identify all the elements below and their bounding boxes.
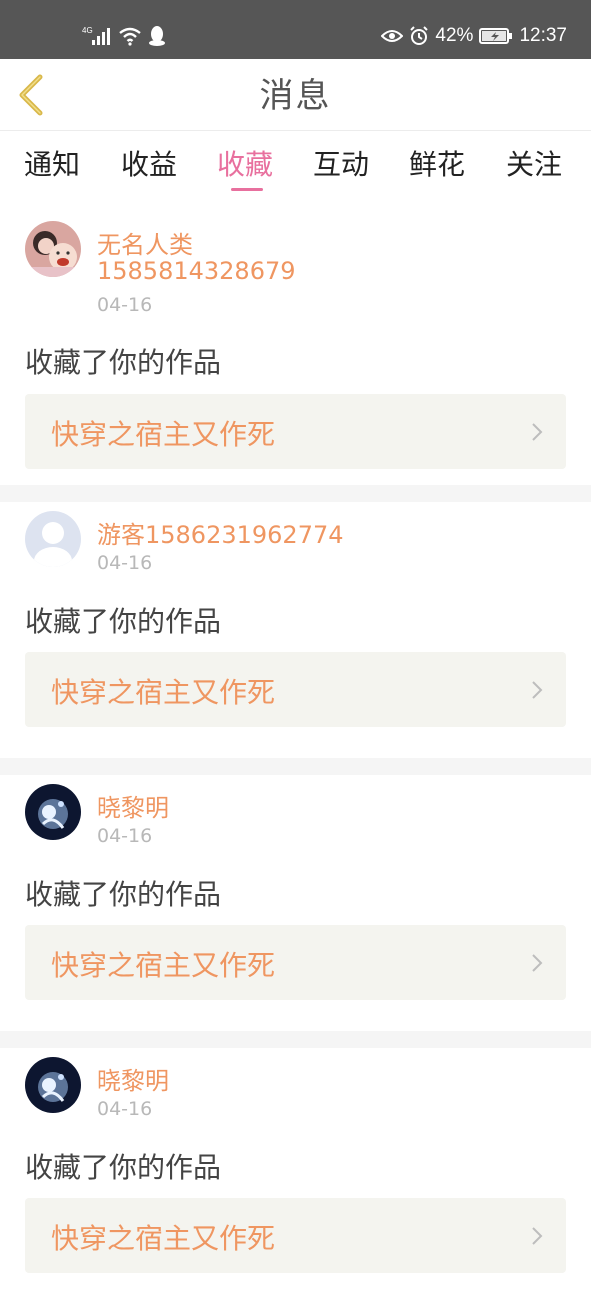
message-card: 晓黎明 04-16 收藏了你的作品 快穿之宿主又作死	[0, 1048, 591, 1304]
tab-flowers[interactable]: 鲜花	[409, 143, 465, 189]
message-date: 04-16	[97, 1098, 153, 1120]
book-title: 快穿之宿主又作死	[51, 1222, 276, 1255]
message-date: 04-16	[97, 552, 153, 574]
app-header: 消息	[0, 59, 591, 131]
book-link[interactable]: 快穿之宿主又作死	[25, 394, 566, 469]
book-title: 快穿之宿主又作死	[51, 676, 276, 709]
avatar[interactable]	[25, 511, 81, 567]
tab-favorites[interactable]: 收藏	[217, 143, 273, 189]
status-right: 42% 12:37	[381, 24, 567, 48]
book-title: 快穿之宿主又作死	[51, 418, 276, 451]
divider	[0, 758, 591, 775]
book-link[interactable]: 快穿之宿主又作死	[25, 925, 566, 1000]
eye-icon	[381, 30, 404, 42]
message-card: 晓黎明 04-16 收藏了你的作品 快穿之宿主又作死	[0, 775, 591, 1031]
divider	[0, 1031, 591, 1048]
battery-percent: 42%	[435, 25, 474, 46]
status-bar: 4G 42% 12:37	[0, 0, 591, 59]
book-title: 快穿之宿主又作死	[51, 949, 276, 982]
status-left: 4G	[82, 24, 166, 48]
tab-earnings[interactable]: 收益	[121, 143, 177, 189]
book-link[interactable]: 快穿之宿主又作死	[25, 1198, 566, 1273]
clock-time: 12:37	[519, 25, 567, 46]
message-list: 无名人类 1585814328679 04-16 收藏了你的作品 快穿之宿主又作…	[0, 200, 591, 1304]
user-name[interactable]: 无名人类	[97, 225, 193, 260]
message-action: 收藏了你的作品	[25, 605, 222, 638]
divider	[0, 485, 591, 502]
message-date: 04-16	[97, 294, 153, 316]
avatar[interactable]	[25, 221, 81, 277]
chevron-right-icon	[532, 423, 543, 441]
chevron-right-icon	[532, 681, 543, 699]
battery-icon	[479, 28, 513, 44]
alarm-icon	[410, 26, 429, 45]
active-tab-indicator	[231, 188, 263, 191]
chevron-right-icon	[532, 954, 543, 972]
message-action: 收藏了你的作品	[25, 346, 222, 379]
chevron-right-icon	[532, 1227, 543, 1245]
message-action: 收藏了你的作品	[25, 878, 222, 911]
message-action: 收藏了你的作品	[25, 1151, 222, 1184]
message-date: 04-16	[97, 825, 153, 847]
tab-notifications[interactable]: 通知	[24, 143, 80, 189]
avatar[interactable]	[25, 784, 81, 840]
signal-icon: 4G	[82, 26, 110, 45]
book-link[interactable]: 快穿之宿主又作死	[25, 652, 566, 727]
avatar[interactable]	[25, 1057, 81, 1113]
message-card: 无名人类 1585814328679 04-16 收藏了你的作品 快穿之宿主又作…	[0, 200, 591, 485]
svg-text:4G: 4G	[82, 26, 93, 35]
default-avatar-icon	[25, 511, 81, 567]
dark-avatar-icon	[25, 1057, 81, 1113]
wifi-icon	[119, 27, 141, 46]
page-title: 消息	[259, 76, 332, 116]
tab-bar: 通知 收益 收藏 互动 鲜花 关注	[0, 131, 591, 195]
user-id: 1585814328679	[97, 257, 296, 285]
qq-icon	[149, 26, 165, 46]
user-name[interactable]: 晓黎明	[97, 788, 169, 823]
user-name[interactable]: 游客1586231962774	[97, 515, 344, 550]
tab-follows[interactable]: 关注	[506, 143, 562, 189]
user-name[interactable]: 晓黎明	[97, 1061, 169, 1096]
tab-interactions[interactable]: 互动	[313, 143, 369, 189]
message-card: 游客1586231962774 04-16 收藏了你的作品 快穿之宿主又作死	[0, 502, 591, 758]
photo-avatar-icon	[25, 221, 81, 277]
dark-avatar-icon	[25, 784, 81, 840]
